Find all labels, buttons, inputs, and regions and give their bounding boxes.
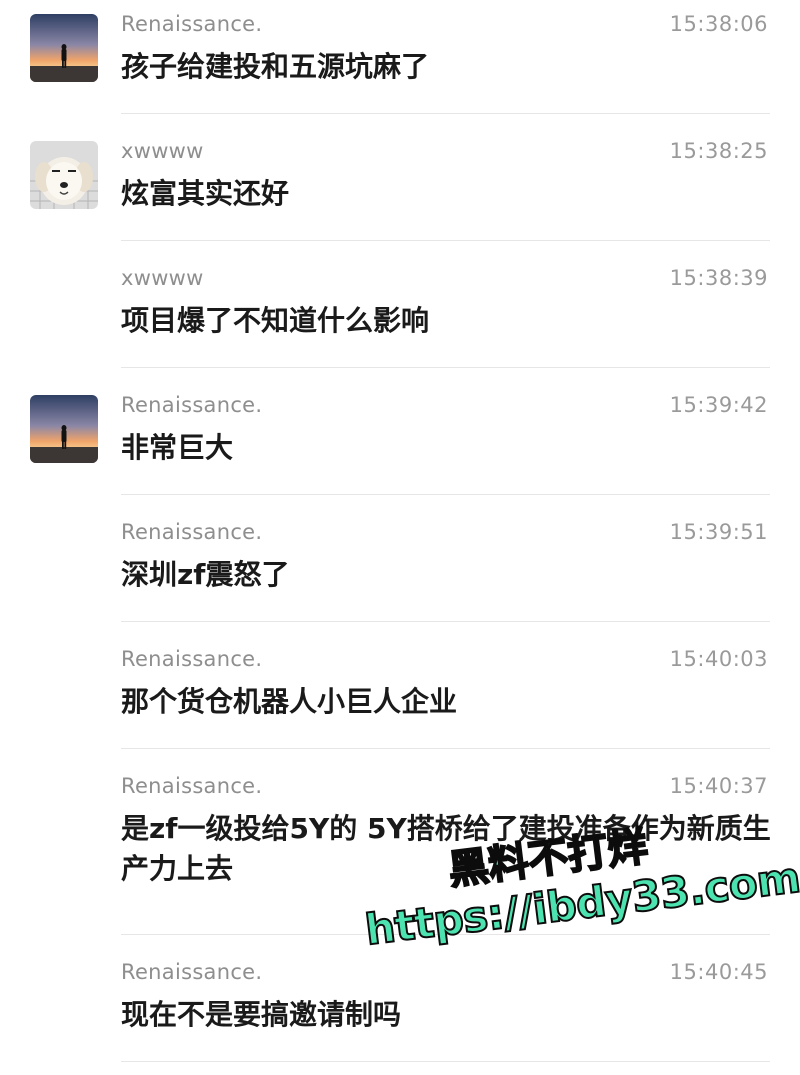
- message-text: 是zf一级投给5Y的 5Y搭桥给了建投准备作为新质生产力上去: [121, 812, 771, 885]
- divider: [121, 367, 770, 368]
- message-timestamp: 15:40:03: [669, 647, 768, 671]
- message-text: 那个货仓机器人小巨人企业: [121, 685, 458, 718]
- divider: [121, 113, 770, 114]
- message-text: 深圳zf震怒了: [121, 558, 290, 591]
- message-text: 现在不是要搞邀请制吗: [121, 998, 402, 1031]
- divider: [121, 1061, 770, 1062]
- divider: [121, 494, 770, 495]
- sunset-silhouette-icon: [30, 14, 98, 82]
- message-text: 孩子给建投和五源坑麻了: [121, 50, 430, 83]
- chat-message[interactable]: Renaissance. 15:40:45 现在不是要搞邀请制吗: [0, 948, 800, 1075]
- message-text: 项目爆了不知道什么影响: [121, 304, 430, 337]
- chat-message[interactable]: Renaissance. 15:40:03 那个货仓机器人小巨人企业: [0, 635, 800, 762]
- message-timestamp: 15:39:51: [669, 520, 768, 544]
- puppy-icon: [30, 141, 98, 209]
- chat-message[interactable]: xwwww 15:38:39 项目爆了不知道什么影响: [0, 254, 800, 381]
- divider: [121, 621, 770, 622]
- divider: [121, 748, 770, 749]
- message-timestamp: 15:38:39: [669, 266, 768, 290]
- chat-message[interactable]: Renaissance. 15:39:42 非常巨大: [0, 381, 800, 508]
- sender-name: Renaissance.: [121, 12, 263, 36]
- avatar[interactable]: [30, 14, 98, 82]
- message-timestamp: 15:38:06: [669, 12, 768, 36]
- avatar[interactable]: [30, 141, 98, 209]
- divider: [121, 240, 770, 241]
- sender-name: Renaissance.: [121, 774, 263, 798]
- message-timestamp: 15:38:25: [669, 139, 768, 163]
- message-text: 炫富其实还好: [121, 177, 290, 210]
- avatar[interactable]: [30, 395, 98, 463]
- sunset-silhouette-icon: [30, 395, 98, 463]
- sender-name: xwwww: [121, 139, 204, 163]
- chat-message-list: Renaissance. 15:38:06 孩子给建投和五源坑麻了 xwwww …: [0, 0, 800, 1075]
- chat-message[interactable]: Renaissance. 15:39:51 深圳zf震怒了: [0, 508, 800, 635]
- sender-name: Renaissance.: [121, 520, 263, 544]
- message-timestamp: 15:40:37: [669, 774, 768, 798]
- sender-name: Renaissance.: [121, 960, 263, 984]
- sender-name: xwwww: [121, 266, 204, 290]
- divider: [121, 934, 770, 935]
- chat-message[interactable]: Renaissance. 15:40:37 是zf一级投给5Y的 5Y搭桥给了建…: [0, 762, 800, 948]
- sender-name: Renaissance.: [121, 393, 263, 417]
- chat-message[interactable]: Renaissance. 15:38:06 孩子给建投和五源坑麻了: [0, 0, 800, 127]
- sender-name: Renaissance.: [121, 647, 263, 671]
- message-timestamp: 15:40:45: [669, 960, 768, 984]
- message-text: 非常巨大: [121, 431, 234, 464]
- message-timestamp: 15:39:42: [669, 393, 768, 417]
- chat-message[interactable]: xwwww 15:38:25 炫富其实还好: [0, 127, 800, 254]
